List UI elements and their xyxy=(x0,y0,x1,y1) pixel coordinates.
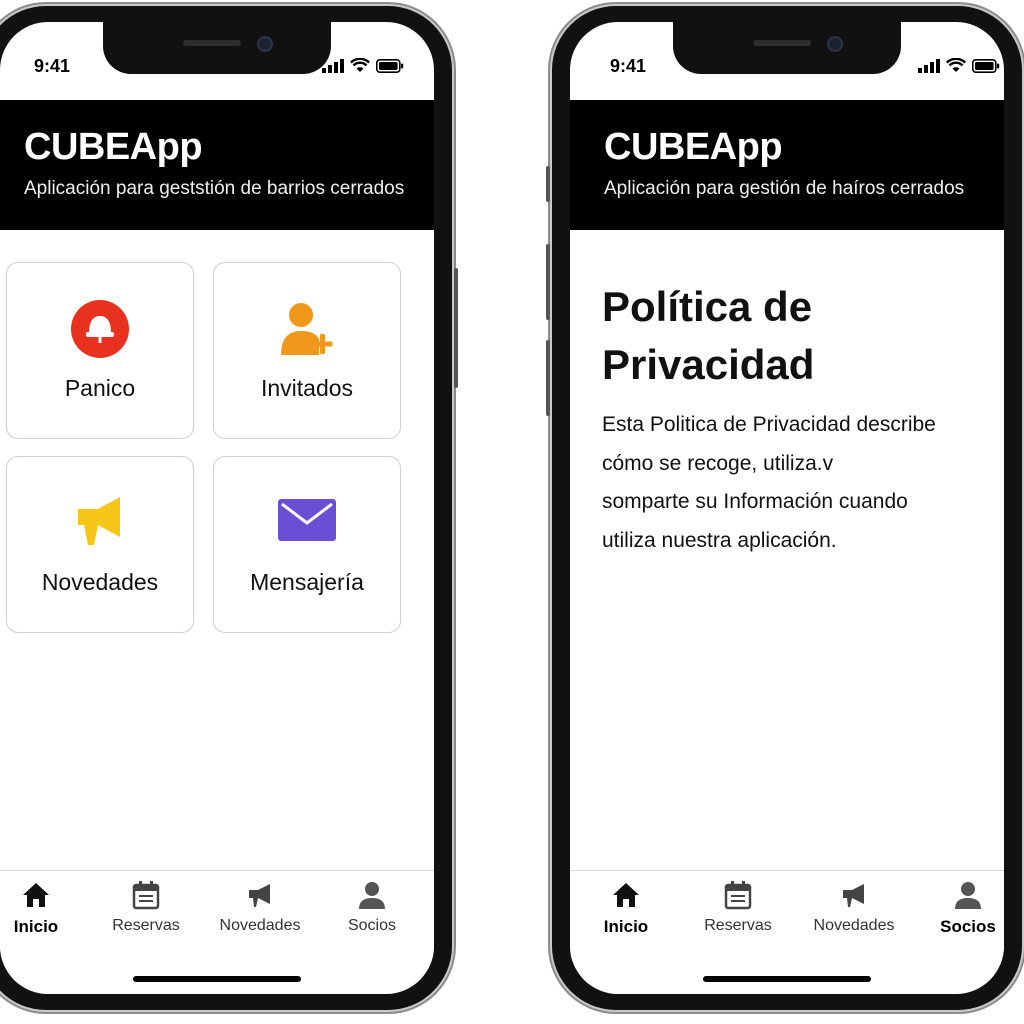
volume-up-button xyxy=(546,244,550,320)
tab-bar: Inicio Reservas Novedades Socios xyxy=(0,870,434,961)
app-title: CUBEApp xyxy=(24,126,203,168)
person-icon xyxy=(955,882,981,909)
tab-inicio-label: Inicio xyxy=(13,917,59,936)
home-icon xyxy=(23,883,49,907)
app-subtitle: Aplicación para gestión de haíros cerrad… xyxy=(604,178,965,199)
tab-socios[interactable]: Socios xyxy=(918,879,1004,937)
panic-card[interactable]: Panico xyxy=(6,262,194,439)
megaphone-icon xyxy=(843,884,864,907)
tab-inicio[interactable]: Inicio xyxy=(576,879,676,937)
tab-novedades[interactable]: Novedades xyxy=(804,879,904,935)
megaphone-icon xyxy=(78,497,120,545)
speaker xyxy=(753,40,811,46)
notch xyxy=(103,22,331,74)
mute-switch xyxy=(546,166,550,202)
policy-title-line2: Privacidad xyxy=(602,341,815,388)
status-time: 9:41 xyxy=(34,56,71,76)
messages-card[interactable]: Mensajería xyxy=(213,456,401,633)
side-button xyxy=(454,268,458,388)
tab-bar: Inicio Reservas Novedades Socios xyxy=(570,870,1004,961)
volume-down-button xyxy=(546,340,550,416)
tab-socios[interactable]: Socios xyxy=(322,879,422,935)
signal-icon xyxy=(918,58,940,73)
status-icons xyxy=(918,58,1000,73)
panic-alarm-icon xyxy=(71,300,129,358)
calendar-icon xyxy=(724,881,752,910)
battery-icon xyxy=(972,58,1000,73)
app-subtitle: Aplicación para geststión de barrios cer… xyxy=(24,178,405,199)
add-guest-icon xyxy=(281,303,333,355)
wifi-icon xyxy=(946,58,966,72)
tab-inicio[interactable]: Inicio xyxy=(0,879,86,937)
guests-card[interactable]: Invitados xyxy=(213,262,401,439)
envelope-icon xyxy=(278,499,336,541)
front-camera xyxy=(827,36,843,52)
tab-reservas-label: Reservas xyxy=(112,917,180,934)
tab-socios-label: Socios xyxy=(347,917,397,934)
status-icons xyxy=(322,58,404,73)
tab-novedades-label: Novedades xyxy=(219,917,301,934)
tab-reservas[interactable]: Reservas xyxy=(688,879,788,935)
notch xyxy=(673,22,901,74)
calendar-icon xyxy=(132,881,160,910)
home-indicator[interactable] xyxy=(703,976,871,982)
messages-label: Mensajería xyxy=(250,569,364,595)
tab-novedades[interactable]: Novedades xyxy=(210,879,310,935)
guests-label: Invitados xyxy=(260,375,354,401)
news-card[interactable]: Novedades xyxy=(6,456,194,633)
privacy-content: Política de Privacidad Esta Politica de … xyxy=(570,230,1004,904)
phone-frame-home: 9:41 CUBEApp Aplicación para geststión d… xyxy=(0,6,458,1010)
battery-icon xyxy=(376,58,404,73)
phone-frame-privacy: 9:41 CUBEApp Aplicación para gestión de … xyxy=(546,6,1022,1010)
tab-reservas-label: Reservas xyxy=(704,917,772,934)
privacy-screen: 9:41 CUBEApp Aplicación para gestión de … xyxy=(570,22,1004,994)
home-indicator[interactable] xyxy=(133,976,301,982)
policy-title: Política de Privacidad xyxy=(602,278,814,394)
tab-socios-label: Socios xyxy=(940,917,996,936)
policy-title-line1: Política de xyxy=(602,283,813,330)
tab-reservas[interactable]: Reservas xyxy=(96,879,196,935)
policy-body: Esta Politica de Privacidad describe cóm… xyxy=(602,413,936,552)
status-time: 9:41 xyxy=(610,56,647,76)
tab-inicio-label: Inicio xyxy=(603,917,649,936)
wifi-icon xyxy=(350,58,370,72)
person-icon xyxy=(359,882,385,909)
front-camera xyxy=(257,36,273,52)
home-icon xyxy=(613,883,639,907)
app-header: CUBEApp Aplicación para gestión de haíro… xyxy=(570,100,1004,230)
home-screen: 9:41 CUBEApp Aplicación para geststión d… xyxy=(0,22,434,994)
panic-label: Panico xyxy=(64,375,136,401)
speaker xyxy=(183,40,241,46)
news-label: Novedades xyxy=(41,569,159,595)
app-title: CUBEApp xyxy=(604,126,783,168)
megaphone-icon xyxy=(249,884,270,907)
app-header: CUBEApp Aplicación para geststión de bar… xyxy=(0,100,434,230)
tab-novedades-label: Novedades xyxy=(813,917,895,934)
